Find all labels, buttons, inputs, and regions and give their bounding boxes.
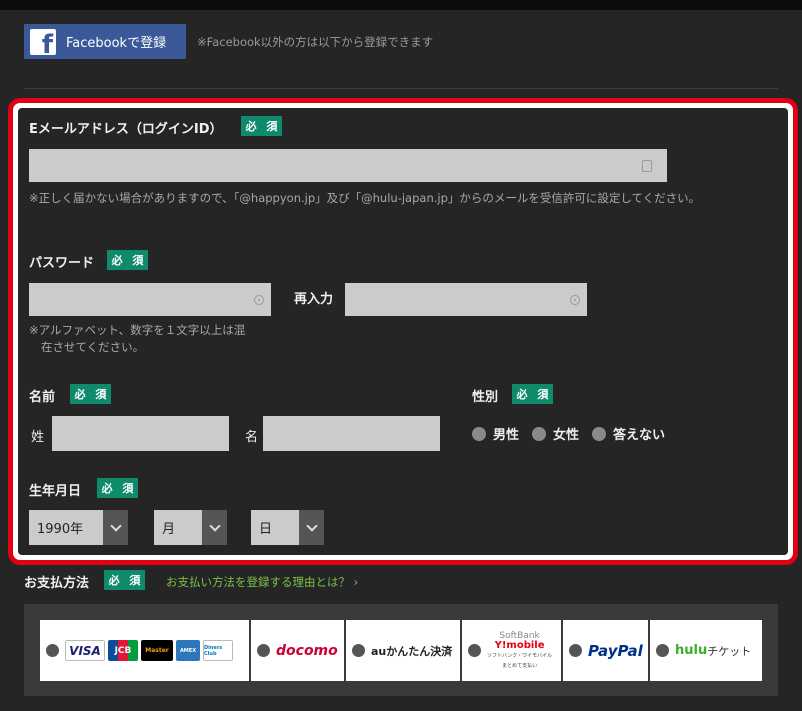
payment-radio-softbank[interactable]	[468, 644, 481, 657]
birth-year-value: 1990年	[37, 522, 84, 537]
birth-year-select[interactable]: 1990年	[29, 510, 128, 545]
autofill-icon	[642, 160, 652, 172]
birth-day-value: 日	[259, 522, 273, 537]
payment-option-au[interactable]: auかんたん決済	[346, 620, 460, 681]
email-required-badge: 必 須	[241, 116, 282, 136]
facebook-note: ※Facebook以外の方は以下から登録できます	[197, 35, 434, 49]
hulu-ticket-suffix: チケット	[707, 644, 752, 658]
password-confirm-input[interactable]	[345, 283, 587, 316]
form-inner: Eメールアドレス（ログインID） 必 須 ※正しく届かない場合がありますので、「…	[18, 108, 788, 555]
gender-label: 性別	[472, 390, 499, 405]
facebook-button-label: Facebookで登録	[66, 36, 167, 51]
birth-month-select[interactable]: 月	[154, 510, 227, 545]
password-label: パスワード	[29, 256, 95, 271]
gender-radio-group: 男性 女性 答えない	[472, 424, 678, 443]
show-password-confirm-icon[interactable]	[570, 295, 580, 305]
name-required-badge: 必 須	[70, 384, 111, 404]
last-name-label: 姓	[31, 430, 45, 445]
password-input[interactable]	[29, 283, 271, 316]
diners-icon: Diners Club	[203, 640, 233, 661]
jcb-icon: JCB	[108, 640, 138, 661]
visa-icon: VISA	[65, 640, 105, 661]
birthdate-label: 生年月日	[29, 484, 82, 499]
password-note-line1: ※アルファベット、数字を１文字以上は混	[29, 323, 246, 337]
payment-option-paypal[interactable]: PayPal	[563, 620, 648, 681]
paypal-logo: PayPal	[588, 641, 643, 660]
payment-radio-hulu-ticket[interactable]	[656, 644, 669, 657]
gender-option-female[interactable]: 女性	[553, 424, 579, 443]
first-name-label: 名	[245, 430, 259, 445]
email-label: Eメールアドレス（ログインID）	[29, 122, 223, 137]
payment-reason-link[interactable]: お支払い方法を登録する理由とは？ ›	[166, 574, 358, 590]
payment-option-docomo[interactable]: docomo	[251, 620, 344, 681]
docomo-logo: docomo	[276, 642, 338, 659]
amex-icon: AMEX	[176, 640, 200, 661]
payment-radio-docomo[interactable]	[257, 644, 270, 657]
last-name-input[interactable]	[52, 416, 229, 451]
facebook-icon: f	[30, 28, 56, 55]
password-confirm-label: 再入力	[294, 292, 334, 307]
birth-day-select[interactable]: 日	[251, 510, 324, 545]
gender-radio-none[interactable]	[592, 426, 607, 441]
gender-required-badge: 必 須	[512, 384, 553, 404]
mastercard-icon: Master	[141, 640, 173, 661]
email-note: ※正しく届かない場合がありますので、「@happyon.jp」及び「@hulu-…	[29, 191, 701, 205]
au-logo: auかんたん決済	[371, 644, 453, 658]
chevron-down-icon	[103, 510, 128, 545]
top-bar	[0, 0, 802, 10]
gender-option-male[interactable]: 男性	[493, 424, 519, 443]
chevron-down-icon	[202, 510, 227, 545]
password-required-badge: 必 須	[107, 250, 148, 270]
payment-option-hulu-ticket[interactable]: hulu チケット	[650, 620, 762, 681]
show-password-icon[interactable]	[254, 295, 264, 305]
chevron-down-icon	[299, 510, 324, 545]
email-input[interactable]	[29, 149, 667, 182]
name-label: 名前	[29, 390, 56, 405]
hulu-logo: hulu	[675, 643, 708, 658]
facebook-register-button[interactable]: f Facebookで登録	[24, 24, 186, 59]
payment-option-softbank[interactable]: SoftBank Y!mobile ソフトバンク・ワイモバイル まとめて支払い	[462, 620, 561, 681]
payment-methods-panel: VISA JCB Master AMEX Diners Club docomo …	[24, 604, 778, 696]
birth-month-value: 月	[162, 522, 176, 537]
payment-label: お支払方法	[24, 576, 90, 591]
password-note-line2: 在させてください。	[41, 340, 145, 354]
softbank-logo: SoftBank Y!mobile ソフトバンク・ワイモバイル まとめて支払い	[487, 630, 553, 669]
payment-radio-credit-card[interactable]	[46, 644, 59, 657]
payment-option-credit-card[interactable]: VISA JCB Master AMEX Diners Club	[40, 620, 249, 681]
gender-radio-female[interactable]	[532, 426, 547, 441]
divider	[24, 88, 778, 89]
birthdate-required-badge: 必 須	[97, 478, 138, 498]
first-name-input[interactable]	[263, 416, 440, 451]
payment-required-badge: 必 須	[104, 570, 145, 590]
highlighted-form-region: Eメールアドレス（ログインID） 必 須 ※正しく届かない場合がありますので、「…	[8, 98, 798, 565]
gender-radio-male[interactable]	[472, 426, 486, 441]
payment-radio-paypal[interactable]	[569, 644, 582, 657]
payment-radio-au[interactable]	[352, 644, 365, 657]
gender-option-none[interactable]: 答えない	[613, 424, 665, 443]
